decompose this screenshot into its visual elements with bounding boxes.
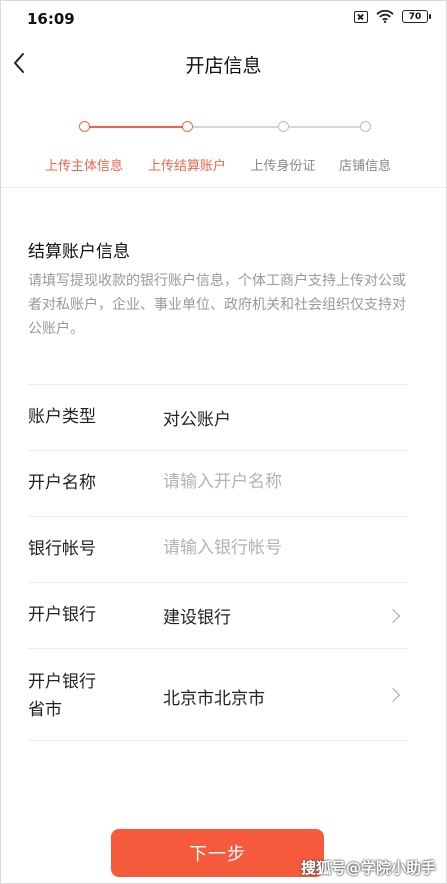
step-dot-2 [182,121,193,132]
bank-region-value: 北京市北京市 [163,689,265,709]
progress-stepper: 上传主体信息 上传结算账户 上传身份证 店铺信息 [1,101,446,187]
step-label-4: 店铺信息 [338,159,392,174]
stepper-line-pending [187,126,366,128]
account-number-label: 银行帐号 [28,539,96,559]
wifi-icon [376,10,394,23]
bank-region-label-line2: 省市 [28,700,62,720]
stepper-divider [1,187,446,188]
step-dot-3 [278,121,289,132]
account-name-input[interactable] [163,472,383,492]
page-title: 开店信息 [185,55,262,77]
account-type-value: 对公账户 [163,410,231,430]
section-title: 结算账户信息 [28,242,130,262]
app-screen: 16:09 70 开店信息 上传主体信息 上传结算账户 上传身份证 店铺信息 结… [0,0,447,884]
chevron-right-icon [385,608,401,624]
bank-value: 建设银行 [163,608,231,628]
status-bar: 16:09 70 [1,1,446,37]
account-name-label: 开户名称 [28,473,96,493]
bank-region-label-line1: 开户银行 [28,672,96,692]
account-type-row[interactable]: 账户类型 对公账户 [28,385,408,451]
account-name-row: 开户名称 [28,451,408,517]
no-sim-icon [354,10,368,23]
next-step-button[interactable]: 下一步 [111,829,324,877]
account-number-input[interactable] [163,538,383,558]
status-time: 16:09 [27,10,75,28]
status-icons: 70 [354,10,431,23]
stepper-line-completed [85,126,187,128]
step-label-2: 上传结算账户 [147,159,227,174]
account-type-label: 账户类型 [28,407,96,427]
step-dot-1 [79,121,90,132]
account-number-row: 银行帐号 [28,517,408,583]
form-top-divider [28,319,408,385]
step-label-3: 上传身份证 [250,159,316,174]
step-dot-4 [360,121,371,132]
chevron-right-icon [385,687,401,703]
bank-select-row[interactable]: 开户银行 建设银行 [28,583,408,649]
bank-label: 开户银行 [28,605,96,625]
battery-indicator: 70 [402,10,431,23]
bank-region-row[interactable]: 开户银行 省市 北京市北京市 [28,649,408,741]
step-label-1: 上传主体信息 [44,159,124,174]
navigation-bar: 开店信息 [1,37,446,89]
watermark-text: 搜狐号@学院小助手 [300,859,436,877]
